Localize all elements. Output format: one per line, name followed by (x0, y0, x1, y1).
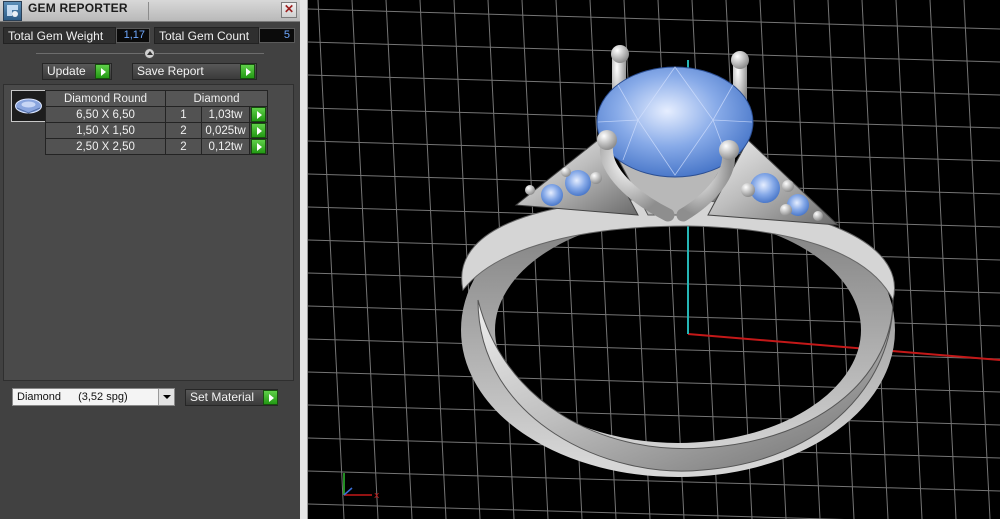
total-gem-weight-label: Total Gem Weight (3, 27, 116, 44)
title-separator (148, 2, 149, 20)
x-axis-line (687, 333, 1000, 361)
axis-x-label: x (374, 491, 380, 501)
update-button-label: Update (47, 64, 86, 78)
set-material-button-label: Set Material (190, 390, 255, 404)
bead (813, 211, 823, 221)
gem-table: Diamond Round Diamond 6,50 X 6,50 1 1,03… (45, 90, 268, 155)
grid-line (308, 305, 1000, 327)
gem-qty-cell: 2 (165, 138, 202, 155)
column-header: Diamond (165, 90, 268, 107)
bead (780, 204, 792, 216)
gem-weight-cell: 0,025tw (201, 122, 250, 139)
prong-tip (731, 51, 749, 69)
total-gem-count-label: Total Gem Count (154, 27, 259, 44)
column-header: Diamond Round (45, 90, 166, 107)
gem-weight-cell: 1,03tw (201, 106, 250, 123)
app-icon (3, 1, 22, 21)
table-header-row: Diamond Round Diamond (45, 90, 268, 107)
bead (782, 180, 794, 192)
prong-tip (597, 130, 617, 150)
grid-line (308, 41, 1000, 63)
side-gem (541, 184, 563, 206)
title-bar: GEM REPORTER ✕ (0, 0, 300, 22)
viewport-canvas: x (308, 0, 1000, 519)
grid-line (308, 338, 1000, 360)
grid-line (895, 0, 923, 519)
material-name: Diamond (17, 391, 62, 403)
panel-splitter[interactable] (300, 0, 308, 519)
total-gem-weight-value: 1,17 (116, 28, 150, 43)
grid-line (308, 371, 1000, 393)
table-row[interactable]: 6,50 X 6,50 1 1,03tw (45, 106, 268, 123)
gem-size-cell: 1,50 X 1,50 (45, 122, 166, 139)
table-row[interactable]: 2,50 X 2,50 2 0,12tw (45, 138, 268, 155)
collapse-icon[interactable] (144, 48, 155, 59)
total-gem-count-value: 5 (259, 28, 295, 43)
save-report-button-label: Save Report (137, 64, 204, 78)
grid-line (317, 0, 345, 519)
3d-viewport[interactable]: x (308, 0, 1000, 519)
gem-thumbnail-icon[interactable] (11, 90, 46, 122)
go-arrow-icon[interactable] (251, 107, 266, 122)
axis-triad-icon: x (343, 473, 380, 501)
row-go-cell (249, 138, 268, 155)
gem-reporter-panel: GEM REPORTER ✕ Total Gem Weight 1,17 Tot… (0, 0, 300, 519)
grid-line (351, 0, 379, 519)
bead (741, 183, 755, 197)
gem-qty-cell: 1 (165, 106, 202, 123)
go-arrow-icon[interactable] (95, 64, 110, 79)
grid-line (929, 0, 957, 519)
close-icon[interactable]: ✕ (281, 2, 297, 18)
material-specific-gravity: (3,52 spg) (78, 391, 128, 403)
row-go-cell (249, 122, 268, 139)
gem-size-cell: 6,50 X 6,50 (45, 106, 166, 123)
bead (525, 185, 535, 195)
grid-line (308, 239, 1000, 261)
prong-tip (719, 140, 739, 160)
window-title: GEM REPORTER (28, 1, 128, 15)
bead (561, 167, 571, 177)
material-dropdown[interactable]: Diamond (3,52 spg) (12, 388, 175, 406)
go-arrow-icon[interactable] (263, 390, 278, 405)
row-go-cell (249, 106, 268, 123)
go-arrow-icon[interactable] (240, 64, 255, 79)
prong-tip (611, 45, 629, 63)
grid-line (308, 272, 1000, 294)
grid-line (308, 404, 1000, 426)
gem-weight-cell: 0,12tw (201, 138, 250, 155)
go-arrow-icon[interactable] (251, 123, 266, 138)
dropdown-arrow-icon[interactable] (158, 389, 174, 405)
gem-qty-cell: 2 (165, 122, 202, 139)
save-report-button[interactable]: Save Report (132, 63, 257, 80)
go-arrow-icon[interactable] (251, 139, 266, 154)
gem-size-cell: 2,50 X 2,50 (45, 138, 166, 155)
table-row[interactable]: 1,50 X 1,50 2 0,025tw (45, 122, 268, 139)
bead (590, 172, 602, 184)
